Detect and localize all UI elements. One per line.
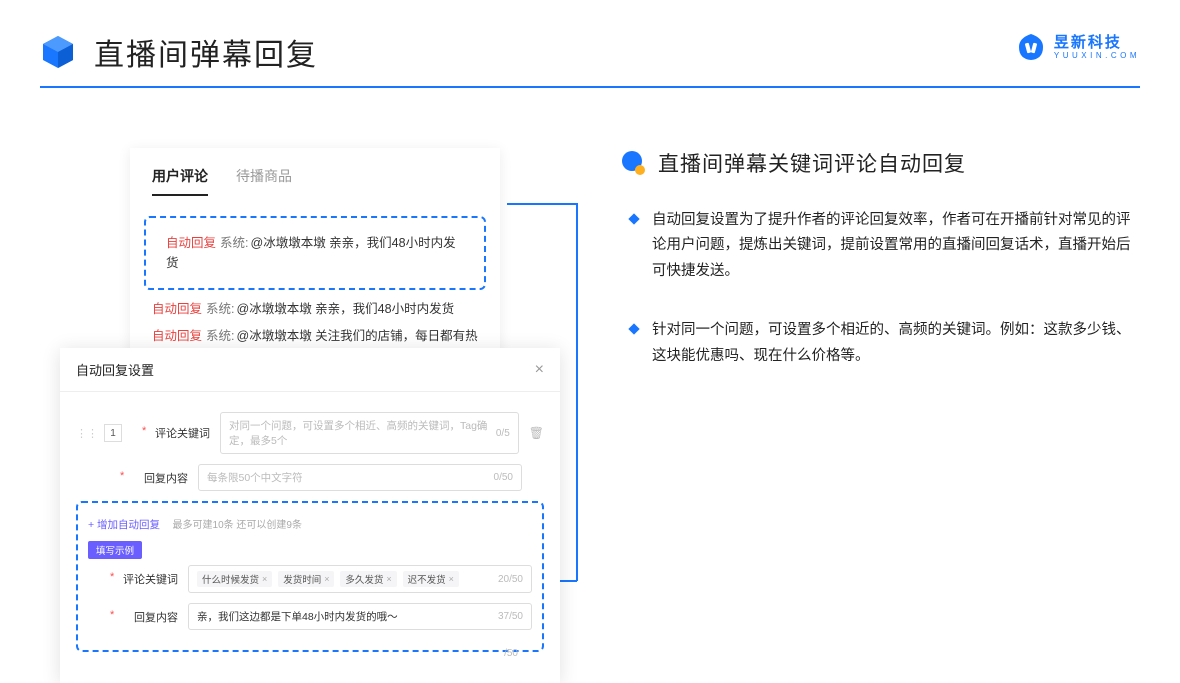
page-title: 直播间弹幕回复 <box>94 30 318 74</box>
brand-name-cn: 昱新科技 <box>1054 35 1140 50</box>
remove-tag-icon[interactable]: × <box>386 574 391 584</box>
keyword-input[interactable]: 对同一个问题，可设置多个相近、高频的关键词，Tag确定，最多5个 0/5 <box>220 412 519 454</box>
bullet-text: 自动回复设置为了提升作者的评论回复效率，作者可在开播前针对常见的评论用户问题，提… <box>652 208 1140 284</box>
bullet-icon <box>628 323 639 334</box>
example-keyword-input[interactable]: 什么时候发货× 发货时间× 多久发货× 迟不发货× 20/50 <box>188 565 532 593</box>
auto-reply-tag: 自动回复 <box>166 236 216 250</box>
brand-logo: 昱新科技 YUUXIN.COM <box>1016 32 1140 62</box>
tag-chip: 迟不发货× <box>403 571 459 587</box>
connector-line <box>507 203 577 205</box>
connector-line <box>560 580 577 582</box>
content-label: 回复内容 <box>128 470 188 486</box>
close-icon[interactable]: × <box>535 361 544 379</box>
remove-tag-icon[interactable]: × <box>262 574 267 584</box>
tag-chip: 多久发货× <box>340 571 396 587</box>
add-auto-reply-link[interactable]: + 增加自动回复 <box>88 519 160 531</box>
example-content-input[interactable]: 亲，我们这边都是下单48小时内发货的哦～ 37/50 <box>188 603 532 630</box>
remove-tag-icon[interactable]: × <box>449 574 454 584</box>
example-highlight: + 增加自动回复 最多可建10条 还可以创建9条 填写示例 评论关键词 什么时候… <box>76 501 544 652</box>
cube-icon <box>40 34 76 70</box>
remove-tag-icon[interactable]: × <box>324 574 329 584</box>
auto-reply-settings-modal: 自动回复设置 × ⋮⋮ 1 评论关键词 对同一个问题，可设置多个相近、高频的关键… <box>60 348 560 683</box>
keyword-label: 评论关键词 <box>150 425 210 441</box>
row-number: 1 <box>104 424 122 442</box>
example-content-label: 回复内容 <box>118 609 178 625</box>
brand-name-en: YUUXIN.COM <box>1054 52 1140 60</box>
bullet-text: 针对同一个问题，可设置多个相近的、高频的关键词。例如：这款多少钱、这块能优惠吗、… <box>652 318 1140 369</box>
add-hint: 最多可建10条 还可以创建9条 <box>173 520 302 531</box>
brand-icon <box>1016 32 1046 62</box>
connector-line <box>576 203 578 581</box>
bullet-icon <box>628 213 639 224</box>
tab-pending-goods[interactable]: 待播商品 <box>236 166 292 196</box>
modal-title: 自动回复设置 <box>76 360 154 379</box>
tab-user-comments[interactable]: 用户评论 <box>152 166 208 196</box>
auto-reply-tag: 自动回复 <box>152 302 202 316</box>
content-input[interactable]: 每条限50个中文字符 0/50 <box>198 464 522 491</box>
section-title: 直播间弹幕关键词评论自动回复 <box>658 148 966 178</box>
auto-reply-tag: 自动回复 <box>152 329 202 343</box>
example-badge: 填写示例 <box>88 541 142 559</box>
count-suffix: /50 <box>76 648 544 659</box>
chat-bubble-icon <box>620 150 646 176</box>
tag-chip: 发货时间× <box>278 571 334 587</box>
example-keyword-label: 评论关键词 <box>118 571 178 587</box>
highlighted-comment: 自动回复系统:@冰墩墩本墩 亲亲，我们48小时内发货 <box>144 216 486 290</box>
drag-handle-icon[interactable]: ⋮⋮ <box>76 427 98 440</box>
tag-chip: 什么时候发货× <box>197 571 272 587</box>
delete-icon[interactable]: 🗑 <box>529 426 544 440</box>
